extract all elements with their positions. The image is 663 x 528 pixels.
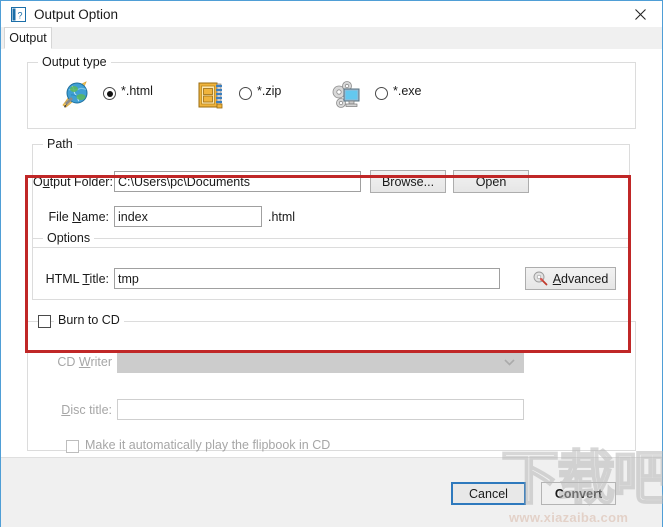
tab-output-label: Output [9, 31, 47, 45]
path-group-title: Path [43, 137, 77, 151]
cancel-button-label: Cancel [469, 486, 508, 501]
output-type-label-html: *.html [121, 84, 153, 98]
output-type-label-exe: *.exe [393, 84, 422, 98]
autoplay-flipbook-checkbox[interactable] [66, 440, 79, 453]
disc-title-input[interactable] [117, 399, 524, 420]
output-folder-input[interactable] [114, 171, 361, 192]
zip-archive-icon [196, 79, 228, 111]
radio-html[interactable] [103, 87, 116, 100]
browse-button[interactable]: Browse... [370, 170, 446, 193]
autoplay-flipbook-label: Make it automatically play the flipbook … [85, 438, 331, 452]
help-document-icon: ? [11, 7, 26, 22]
close-icon[interactable] [619, 1, 662, 27]
options-group-title: Options [43, 231, 95, 245]
cancel-button[interactable]: Cancel [451, 482, 526, 505]
burn-to-cd-checkbox[interactable] [38, 315, 51, 328]
cd-writer-combo[interactable] [117, 351, 524, 373]
convert-button-label: Convert [554, 486, 603, 501]
svg-text:?: ? [17, 11, 22, 21]
tab-output[interactable]: Output [4, 27, 52, 49]
title-bar: ? Output Option [1, 1, 662, 27]
gear-wrench-icon [533, 271, 548, 286]
cd-writer-label: CD Writer [57, 355, 112, 369]
radio-zip[interactable] [239, 87, 252, 100]
chevron-down-icon [504, 353, 515, 371]
radio-exe[interactable] [375, 87, 388, 100]
output-type-label-zip: *.zip [257, 84, 282, 98]
globe-pen-icon [60, 79, 92, 111]
output-folder-label: Output Folder: [33, 175, 113, 189]
file-name-label: File Name: [48, 210, 109, 224]
html-title-input[interactable] [114, 268, 500, 289]
dialog-footer: Cancel Convert [1, 457, 662, 527]
advanced-button-label: Advanced [552, 271, 609, 286]
gears-monitor-icon [332, 79, 364, 111]
advanced-button[interactable]: Advanced [525, 267, 616, 290]
dialog-content: Output type *.html *.zip *.exe Path Outp… [1, 49, 662, 457]
output-option-dialog: ? Output Option Output Output type *.htm… [0, 0, 663, 527]
tab-strip: Output [1, 27, 662, 50]
file-name-input[interactable] [114, 206, 262, 227]
browse-button-label: Browse... [381, 174, 435, 189]
output-type-group: Output type *.html *.zip *.exe [27, 55, 636, 129]
file-extension-label: .html [268, 210, 296, 224]
options-group: Options HTML Title: Advanced [32, 231, 630, 300]
path-group: Path Output Folder: Browse... Open File … [32, 137, 630, 248]
page-title: Output Option [34, 7, 119, 22]
burn-to-cd-group: Burn to CD CD Writer Disc title: Make it… [27, 313, 636, 453]
open-button[interactable]: Open [453, 170, 529, 193]
burn-to-cd-label: Burn to CD [54, 313, 124, 327]
output-type-group-title: Output type [38, 55, 111, 69]
open-button-label: Open [475, 174, 507, 189]
convert-button[interactable]: Convert [541, 482, 616, 505]
disc-title-label: Disc title: [61, 403, 112, 417]
html-title-label: HTML Title: [45, 272, 109, 286]
